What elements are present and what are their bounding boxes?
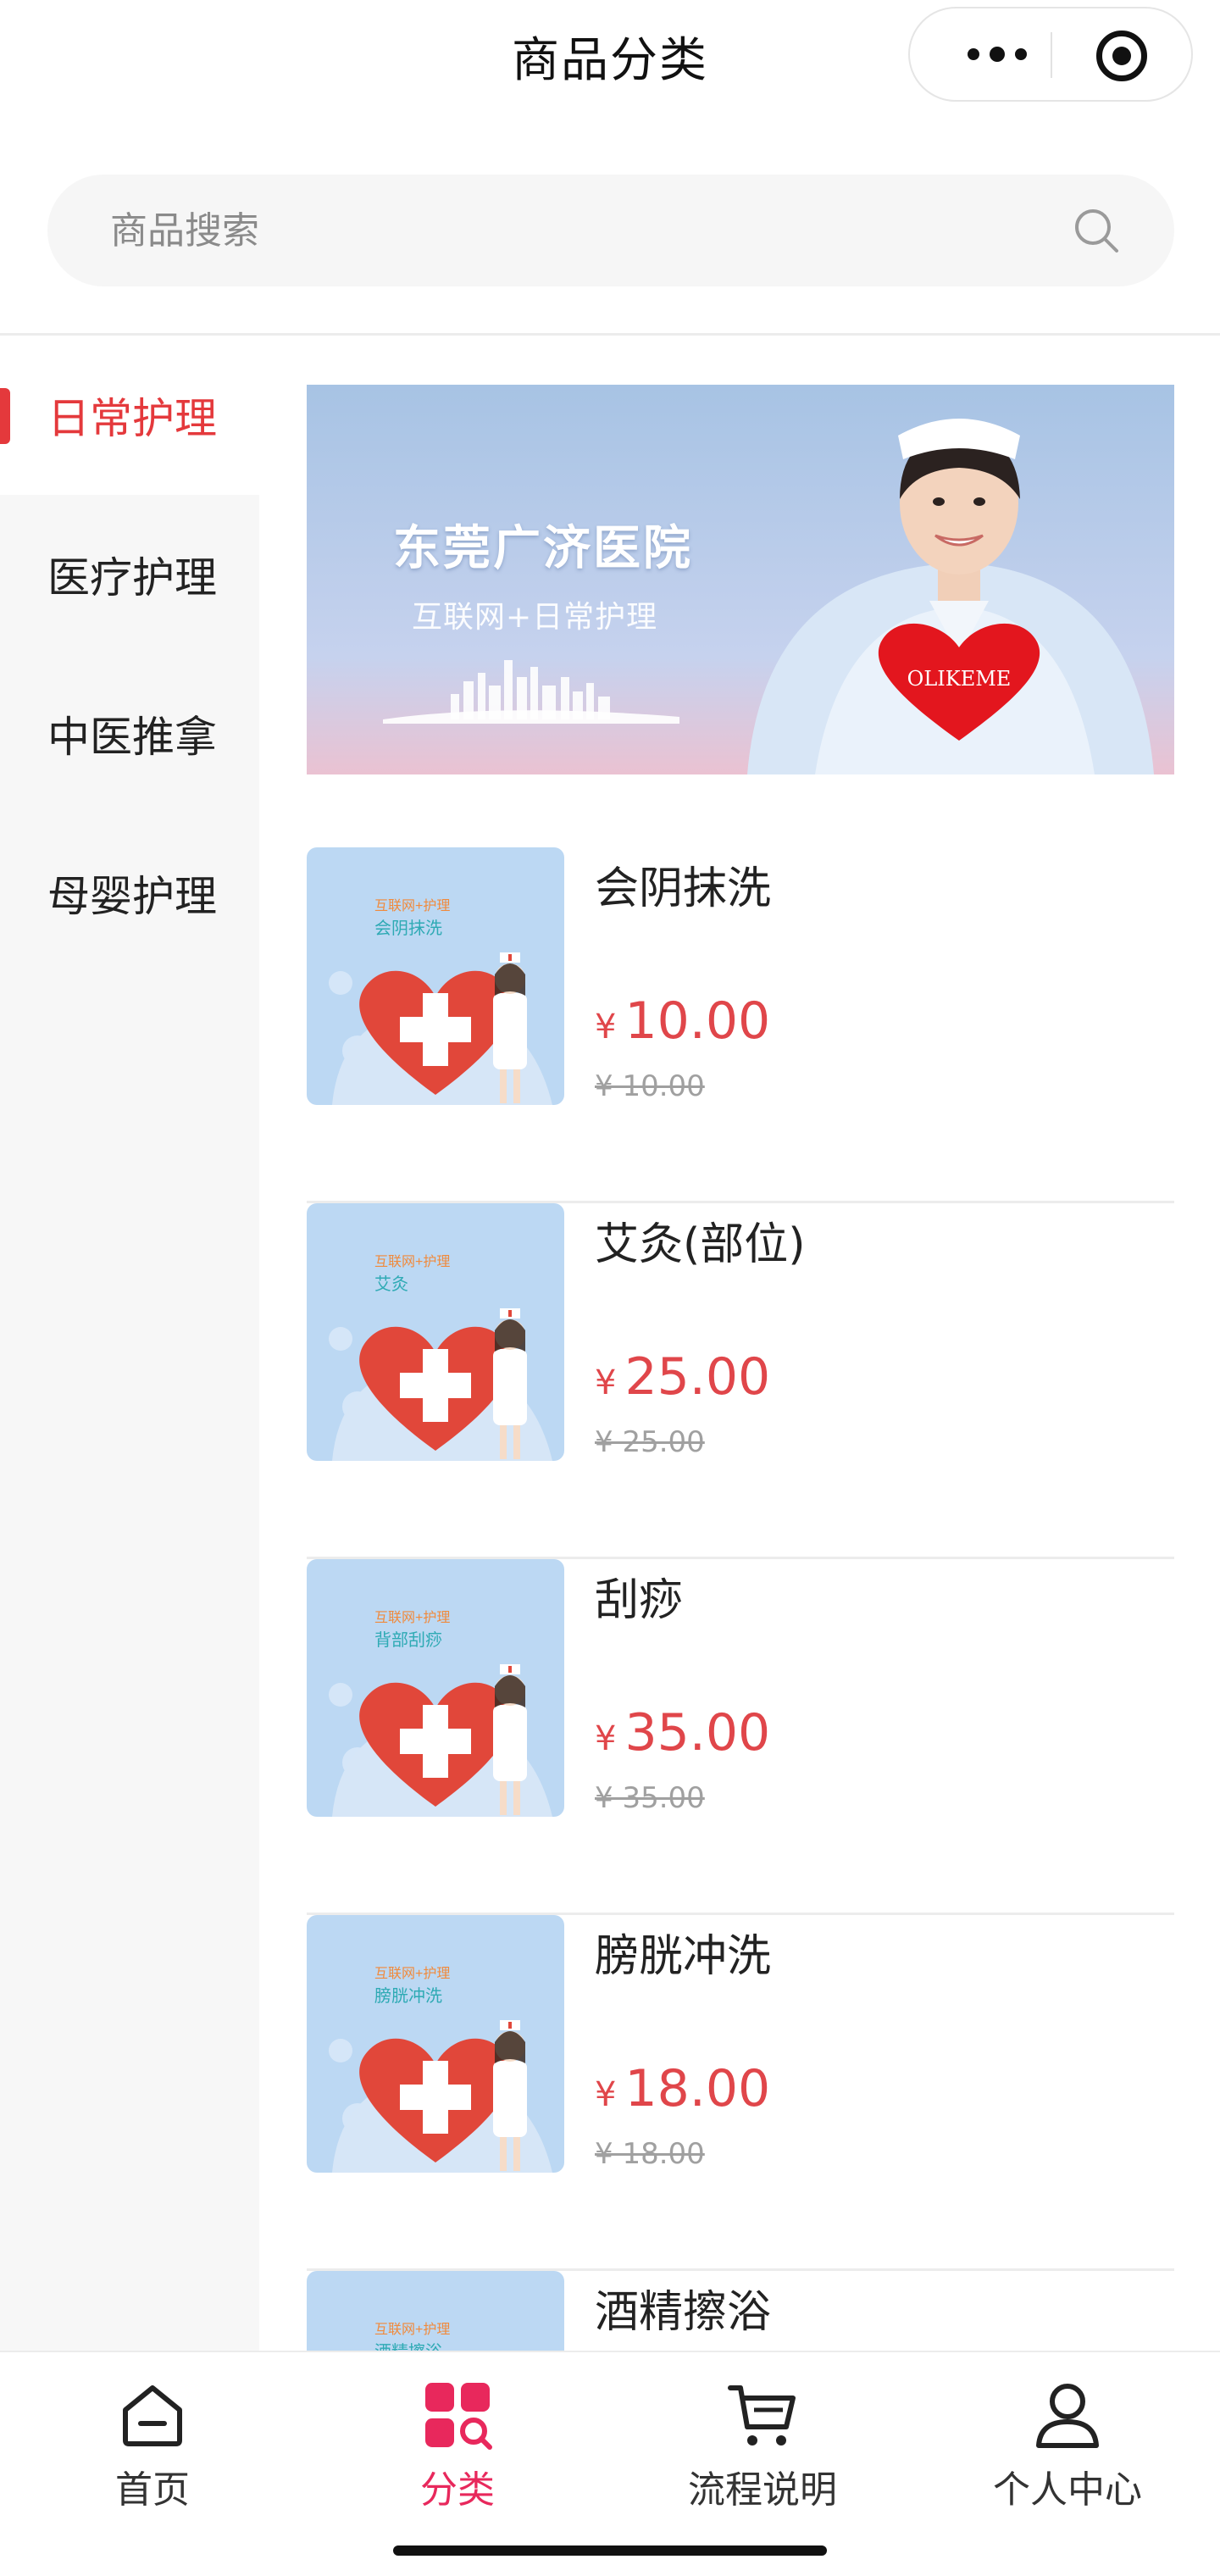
- banner-caption: 东莞广济医院 互联网+日常护理: [393, 510, 693, 636]
- search-section: [0, 110, 1220, 336]
- tab-label: 首页: [115, 2468, 190, 2512]
- tab-label: 个人中心: [993, 2468, 1142, 2512]
- product-item[interactable]: 互联网+护理 膀胱冲洗 膀胱冲洗 ¥18.00 ¥ 18.00: [307, 1915, 1174, 2271]
- thumb-title: 会阴抹洗: [374, 919, 442, 938]
- search-input[interactable]: [110, 175, 1042, 286]
- nav-bar: 商品分类: [0, 0, 1220, 110]
- product-item[interactable]: 互联网+护理 会阴抹洗 会阴抹洗 ¥10.00 ¥ 10.00: [307, 847, 1174, 1203]
- category-label: 中医推拿: [47, 713, 217, 762]
- original-price: ¥ 35.00: [595, 1781, 705, 1815]
- product-item[interactable]: 互联网+护理 艾灸 艾灸(部位) ¥25.00 ¥ 25.00: [307, 1203, 1174, 1559]
- search-bar[interactable]: [47, 175, 1174, 286]
- cart-icon: [728, 2385, 796, 2446]
- category-item-daily-care[interactable]: 日常护理: [0, 336, 259, 495]
- thumb-title: 膀胱冲洗: [374, 1986, 442, 2006]
- original-price: ¥ 18.00: [595, 2137, 705, 2171]
- product-price: ¥18.00: [595, 2059, 770, 2118]
- product-name: 膀胱冲洗: [595, 1931, 772, 1982]
- promo-banner[interactable]: OLIKEME 东莞广济医院 互联网+日常护理: [307, 385, 1174, 774]
- category-label: 日常护理: [47, 394, 217, 443]
- price-value: 35.00: [624, 1703, 771, 1763]
- thumb-title: 酒精擦浴: [374, 2342, 442, 2351]
- active-indicator: [0, 388, 10, 444]
- tab-label: 流程说明: [688, 2468, 837, 2512]
- tab-category[interactable]: 分类: [305, 2379, 610, 2515]
- home-icon: [123, 2385, 182, 2446]
- category-item-maternal-care[interactable]: 母婴护理: [0, 813, 259, 973]
- category-item-tcm-massage[interactable]: 中医推拿: [0, 654, 259, 813]
- product-name: 酒精擦浴: [595, 2287, 772, 2338]
- product-price: ¥25.00: [595, 1347, 770, 1407]
- category-label: 医疗护理: [47, 553, 217, 602]
- tab-label: 分类: [420, 2468, 495, 2512]
- product-item[interactable]: 互联网+护理 背部刮痧 刮痧 ¥35.00 ¥ 35.00: [307, 1559, 1174, 1915]
- original-price: ¥ 10.00: [595, 1069, 705, 1103]
- thumb-tag: 互联网+护理: [374, 1254, 450, 1269]
- tab-profile[interactable]: 个人中心: [915, 2379, 1220, 2515]
- product-name: 会阴抹洗: [595, 863, 772, 914]
- original-price: ¥ 25.00: [595, 1425, 705, 1459]
- product-name: 艾灸(部位): [595, 1219, 806, 1270]
- capsule-divider: [1051, 32, 1052, 78]
- more-options-icon[interactable]: [951, 8, 1044, 100]
- banner-title: 东莞广济医院: [393, 521, 693, 576]
- banner-heart-text: OLIKEME: [907, 667, 1012, 691]
- product-thumbnail[interactable]: 互联网+护理 会阴抹洗: [307, 847, 564, 1105]
- product-thumbnail[interactable]: 互联网+护理 背部刮痧: [307, 1559, 564, 1817]
- product-thumbnail[interactable]: 互联网+护理 膀胱冲洗: [307, 1915, 564, 2173]
- thumb-tag: 互联网+护理: [374, 1966, 450, 1981]
- product-item[interactable]: 互联网+护理 酒精擦浴 酒精擦浴: [307, 2271, 1174, 2351]
- user-icon: [1036, 2384, 1099, 2448]
- price-value: 25.00: [624, 1347, 771, 1407]
- currency-symbol: ¥: [595, 1008, 617, 1046]
- thumb-title: 背部刮痧: [374, 1630, 442, 1650]
- banner-subtitle: 互联网+日常护理: [412, 600, 658, 635]
- home-indicator: [393, 2545, 827, 2556]
- product-name: 刮痧: [595, 1575, 684, 1626]
- category-item-medical-care[interactable]: 医疗护理: [0, 495, 259, 654]
- category-label: 母婴护理: [47, 872, 217, 921]
- price-value: 10.00: [624, 991, 771, 1051]
- currency-symbol: ¥: [595, 2075, 617, 2114]
- thumb-title: 艾灸: [374, 1274, 408, 1294]
- product-thumbnail[interactable]: 互联网+护理 艾灸: [307, 1203, 564, 1461]
- search-icon[interactable]: [1071, 205, 1122, 256]
- product-price: ¥35.00: [595, 1703, 770, 1763]
- bottom-tab-bar: 首页 分类 流程说明 个人中心: [0, 2351, 1220, 2529]
- tab-home[interactable]: 首页: [0, 2379, 305, 2515]
- currency-symbol: ¥: [595, 1719, 617, 1758]
- close-miniprogram-icon[interactable]: [1096, 31, 1147, 81]
- product-price: ¥10.00: [595, 991, 770, 1051]
- price-value: 18.00: [624, 2059, 771, 2118]
- category-icon: [425, 2383, 492, 2450]
- product-list-area: OLIKEME 东莞广济医院 互联网+日常护理 互联网+护理 会阴抹洗 会阴抹洗…: [259, 336, 1220, 2351]
- mini-program-capsule: [908, 7, 1193, 102]
- thumb-tag: 互联网+护理: [374, 898, 450, 913]
- thumb-tag: 互联网+护理: [374, 2322, 450, 2337]
- product-thumbnail[interactable]: 互联网+护理 酒精擦浴: [307, 2271, 564, 2351]
- currency-symbol: ¥: [595, 1363, 617, 1402]
- thumb-tag: 互联网+护理: [374, 1610, 450, 1625]
- tab-process[interactable]: 流程说明: [610, 2379, 915, 2515]
- category-sidebar: 日常护理 医疗护理 中医推拿 母婴护理: [0, 336, 259, 2351]
